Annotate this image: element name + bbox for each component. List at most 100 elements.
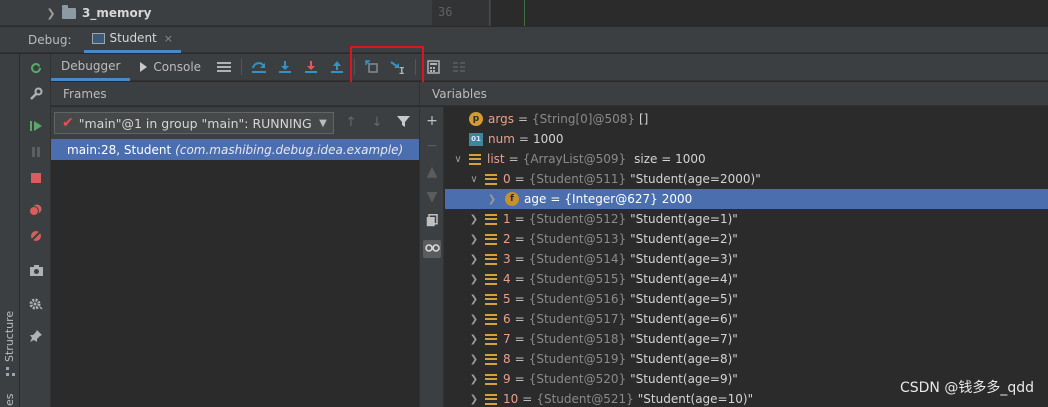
settings-gear-icon[interactable] — [26, 294, 46, 314]
editor-guide-line — [524, 0, 525, 26]
check-icon: ✔ — [62, 115, 74, 131]
debug-label: Debug: — [28, 32, 72, 47]
chevron-right-icon[interactable]: ❯ — [467, 314, 481, 325]
rerun-icon[interactable] — [26, 58, 46, 78]
variable-row[interactable]: ❯ 2 = {Student@513} "Student(age=2)" — [445, 229, 1048, 249]
variable-type: {Student@517} — [528, 312, 627, 326]
variable-row-expanded[interactable]: ∨ 0 = {Student@511} "Student(age=2000)" — [445, 169, 1048, 189]
structure-tool-label[interactable]: Structure — [3, 311, 16, 362]
project-tree-row[interactable]: ❯ 3_memory — [46, 4, 151, 22]
watermark: CSDN @钱多多_qdd — [899, 380, 1034, 396]
equals-sign: = — [508, 152, 519, 166]
pin-icon[interactable] — [26, 326, 46, 346]
chevron-down-icon[interactable]: ∨ — [451, 154, 465, 165]
list-item-icon — [485, 393, 497, 405]
layout-menu-button[interactable] — [211, 54, 237, 81]
variable-type: {Student@520} — [528, 372, 627, 386]
editor-area[interactable] — [491, 0, 1048, 26]
frame-name: main:28, Student — [67, 142, 172, 157]
variable-name: 0 — [503, 172, 511, 186]
chevron-right-icon[interactable]: ❯ — [467, 394, 481, 405]
variable-value: "Student(age=2000)" — [630, 172, 761, 186]
variable-row[interactable]: ❯ 4 = {Student@515} "Student(age=4)" — [445, 269, 1048, 289]
variable-type: {Integer@627} — [564, 192, 658, 206]
frames-panel-header: Frames — [51, 82, 419, 106]
variables-title: Variables — [432, 87, 487, 101]
equals-sign: = — [514, 272, 525, 286]
copy-icon[interactable] — [423, 214, 441, 232]
step-out-button[interactable] — [324, 54, 350, 81]
tab-debugger[interactable]: Debugger — [51, 53, 131, 81]
trace-current-stream-button[interactable] — [446, 54, 472, 81]
arrow-down-icon[interactable]: ↓ — [369, 115, 385, 131]
chevron-right-icon[interactable]: ❯ — [467, 294, 481, 305]
arrow-up-icon[interactable]: ↑ — [343, 115, 359, 131]
variable-type: {Student@521} — [536, 392, 634, 406]
list-item-icon — [485, 213, 497, 225]
variable-row[interactable]: p args = {String[0]@508} [] — [445, 109, 1048, 129]
calculator-icon — [426, 60, 440, 74]
variable-row-expanded[interactable]: ∨ list = {ArrayList@509} size = 1000 — [445, 149, 1048, 169]
remove-watch-icon[interactable]: − — [423, 137, 441, 155]
variable-row[interactable]: ❯ 1 = {Student@512} "Student(age=1)" — [445, 209, 1048, 229]
variable-row[interactable]: ❯ 6 = {Student@517} "Student(age=6)" — [445, 309, 1048, 329]
variable-type: {Student@512} — [528, 212, 627, 226]
debug-session-tab[interactable]: Student × — [83, 26, 181, 53]
variable-type: {Student@513} — [528, 232, 627, 246]
variable-row[interactable]: ❯ 5 = {Student@516} "Student(age=5)" — [445, 289, 1048, 309]
thread-selector[interactable]: ✔ "main"@1 in group "main": RUNNING ▼ — [54, 112, 334, 134]
chevron-right-icon[interactable]: ❯ — [485, 194, 499, 205]
side-tool-label[interactable]: es — [3, 394, 16, 407]
glasses-icon[interactable] — [423, 240, 441, 258]
variable-value: 2000 — [661, 192, 693, 206]
view-breakpoints-icon[interactable] — [26, 200, 46, 220]
variable-value: "Student(age=3)" — [630, 252, 738, 266]
variable-row-selected[interactable]: ❯ f age = {Integer@627} 2000 — [445, 189, 1048, 209]
variable-name: 8 — [503, 352, 511, 366]
chevron-down-icon[interactable]: ∨ — [467, 174, 481, 185]
chevron-right-icon[interactable]: ❯ — [467, 214, 481, 225]
move-up-icon[interactable]: ▲ — [423, 163, 441, 181]
variable-name: 5 — [503, 292, 511, 306]
add-watch-icon[interactable]: + — [423, 112, 441, 130]
variable-row[interactable]: ❯ 3 = {Student@514} "Student(age=3)" — [445, 249, 1048, 269]
chevron-right-icon[interactable]: ❯ — [467, 354, 481, 365]
tab-console-label: Console — [153, 60, 202, 74]
list-item-icon — [485, 253, 497, 265]
wrench-icon[interactable] — [26, 84, 46, 104]
chevron-right-icon[interactable]: ❯ — [467, 334, 481, 345]
equals-sign: = — [514, 212, 525, 226]
chevron-right-icon[interactable]: ❯ — [467, 234, 481, 245]
equals-sign: = — [517, 112, 529, 126]
chevron-right-icon[interactable]: ❯ — [467, 254, 481, 265]
tab-console[interactable]: Console — [130, 54, 211, 81]
dropdown-arrow-icon[interactable]: ▼ — [313, 118, 333, 129]
camera-icon[interactable] — [26, 260, 46, 280]
variable-row[interactable]: ❯ 8 = {Student@519} "Student(age=8)" — [445, 349, 1048, 369]
variable-value: "Student(age=2)" — [630, 232, 738, 246]
variable-type: {Student@519} — [528, 352, 627, 366]
filter-icon[interactable] — [395, 115, 411, 131]
variable-row[interactable]: ❯ 7 = {Student@518} "Student(age=7)" — [445, 329, 1048, 349]
pause-icon[interactable] — [26, 142, 46, 162]
run-config-icon — [91, 32, 105, 44]
equals-sign: = — [550, 192, 561, 206]
equals-sign: = — [518, 132, 529, 146]
equals-sign: = — [514, 332, 525, 346]
chevron-right-icon[interactable]: ❯ — [467, 374, 481, 385]
mute-breakpoints-icon[interactable] — [26, 226, 46, 246]
step-over-button[interactable] — [246, 54, 272, 81]
close-icon[interactable]: × — [164, 32, 173, 45]
resume-icon[interactable] — [26, 116, 46, 136]
variable-row[interactable]: 01 num = 1000 — [445, 129, 1048, 149]
stop-icon[interactable] — [26, 168, 46, 188]
chevron-right-icon[interactable]: ❯ — [46, 7, 56, 20]
chevron-right-icon[interactable]: ❯ — [467, 274, 481, 285]
frame-row-selected[interactable]: main:28, Student (com.mashibing.debug.id… — [51, 139, 419, 160]
step-into-button[interactable] — [272, 54, 298, 81]
force-step-into-button[interactable] — [298, 54, 324, 81]
variable-name: 2 — [503, 232, 511, 246]
move-down-icon[interactable]: ▼ — [423, 188, 441, 206]
equals-sign: = — [514, 292, 525, 306]
variables-toolbar: + − ▲ ▼ — [420, 107, 444, 407]
